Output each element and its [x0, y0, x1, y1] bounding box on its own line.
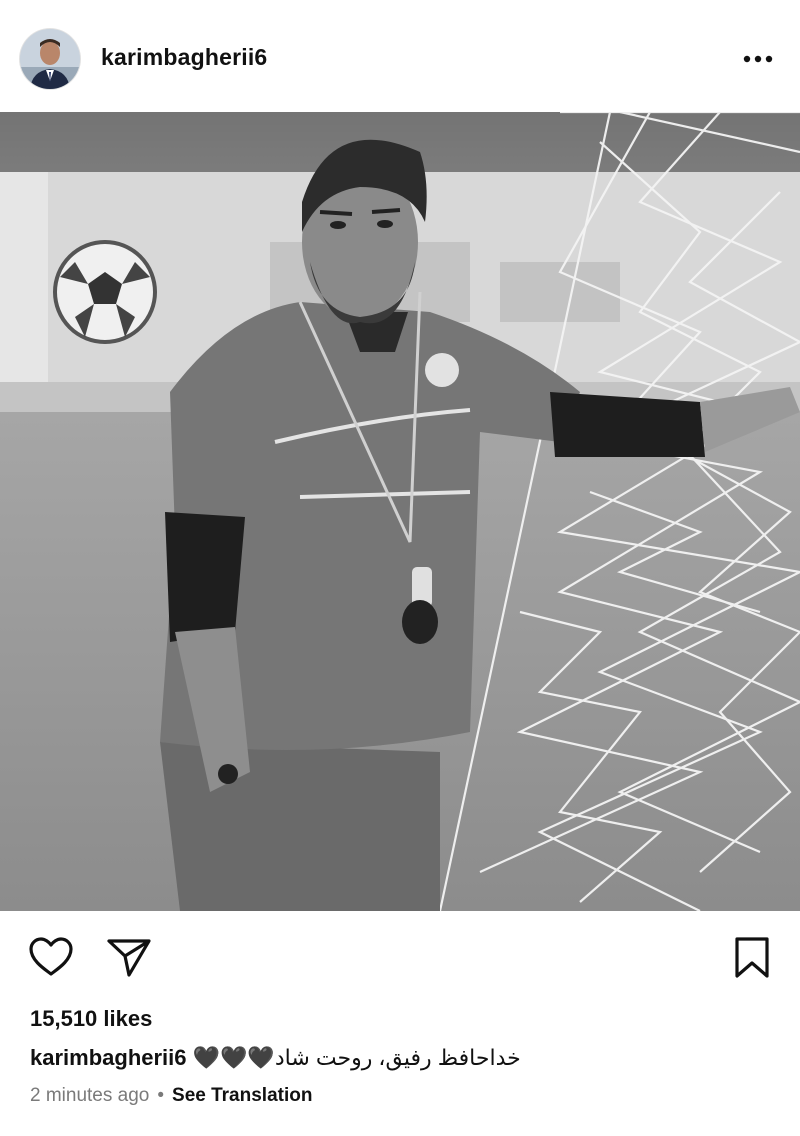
post-photo[interactable] — [0, 112, 800, 911]
post-photo-image — [0, 112, 800, 911]
heart-icon — [29, 937, 73, 976]
bookmark-icon — [735, 937, 769, 978]
likes-count[interactable]: 15,510 likes — [30, 1006, 152, 1032]
username[interactable]: karimbagherii6 — [101, 44, 267, 71]
post-meta: 2 minutes ago • See Translation — [30, 1085, 312, 1107]
separator-dot: • — [157, 1085, 165, 1106]
caption-emoji: 🖤🖤🖤 — [192, 1045, 275, 1070]
more-options-button[interactable] — [738, 46, 778, 72]
avatar[interactable] — [20, 29, 80, 89]
post-actions — [0, 911, 800, 1007]
save-button[interactable] — [733, 936, 771, 985]
caption-username[interactable]: karimbagherii6 — [30, 1045, 187, 1070]
caption-message: خداحافظ رفیق، روحت شاد — [274, 1045, 521, 1070]
more-horizontal-icon — [743, 55, 773, 63]
timestamp: 2 minutes ago — [30, 1085, 150, 1106]
caption-text: خداحافظ رفیق، روحت شاد🖤🖤🖤 — [193, 1045, 521, 1070]
caption: karimbagherii6 خداحافظ رفیق، روحت شاد🖤🖤🖤 — [30, 1045, 521, 1071]
paper-plane-icon — [107, 939, 151, 977]
see-translation-link[interactable]: See Translation — [172, 1085, 312, 1106]
post-header: karimbagherii6 — [0, 0, 800, 112]
avatar-image — [20, 29, 80, 89]
share-button[interactable] — [106, 936, 152, 983]
like-button[interactable] — [28, 936, 74, 983]
